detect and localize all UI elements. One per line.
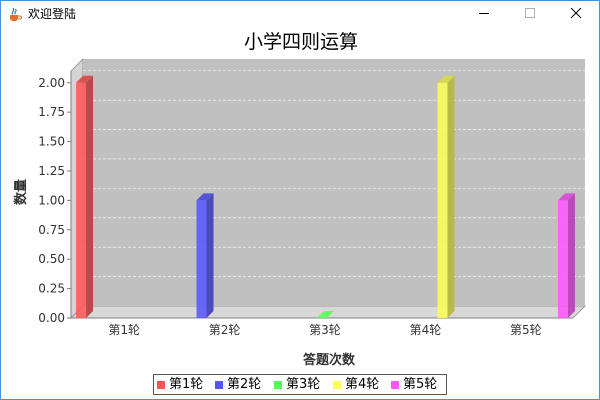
legend-label: 第1轮 — [169, 377, 204, 392]
bar-front — [196, 200, 207, 318]
y-tick-label: 2.00 — [38, 76, 65, 90]
close-icon — [570, 7, 582, 19]
legend-label: 第4轮 — [345, 377, 380, 392]
bar-side — [206, 193, 214, 318]
bar — [196, 193, 214, 318]
legend-swatch — [333, 381, 341, 389]
y-axis-ticks: 0.00 0.25 0.50 0.75 1.00 1.25 1.50 1.75 2.00 — [38, 76, 71, 325]
x-axis-ticks: 第1轮 第2轮 第3轮 第4轮 第5轮 — [108, 323, 541, 337]
maximize-icon — [525, 8, 535, 18]
bar-front — [557, 200, 568, 318]
minimize-icon — [479, 13, 489, 14]
chart-legend: 第1轮 第2轮 第3轮 第4轮 第5轮 — [153, 374, 447, 395]
bar-front — [76, 82, 87, 318]
bar-side — [447, 75, 455, 318]
legend-swatch — [215, 381, 223, 389]
x-tick-label: 第1轮 — [108, 323, 140, 337]
y-tick-label: 1.50 — [38, 135, 65, 149]
legend-label: 第2轮 — [227, 377, 262, 392]
title-bar[interactable]: 欢迎登陆 — [1, 1, 599, 27]
bar-side — [567, 193, 575, 318]
y-tick-label: 1.00 — [38, 193, 65, 207]
plot-back-wall — [83, 59, 585, 306]
minimize-button[interactable] — [461, 1, 507, 27]
bar-side — [86, 75, 94, 318]
chart-panel: 小学四则运算 数量 答题次数 0.00 0.25 0.50 0.75 1.00 1.25 1… — [1, 27, 599, 399]
legend-swatch — [391, 381, 399, 389]
x-tick-label: 第3轮 — [309, 323, 341, 337]
chart-window: 欢迎登陆 小学四则运算 数量 答题次数 0.00 0.25 0.50 0.75 1.00… — [0, 0, 600, 400]
y-tick-label: 0.00 — [38, 311, 65, 325]
x-tick-label: 第4轮 — [410, 323, 442, 337]
close-button[interactable] — [553, 1, 599, 27]
bar — [76, 75, 94, 318]
window-title: 欢迎登陆 — [28, 7, 77, 21]
x-axis-label: 答题次数 — [303, 352, 356, 368]
y-tick-label: 1.25 — [38, 164, 65, 178]
bar-front — [437, 82, 448, 318]
y-tick-label: 0.75 — [38, 223, 65, 237]
y-tick-label: 0.25 — [38, 282, 65, 296]
x-tick-label: 第2轮 — [209, 323, 241, 337]
y-axis-label: 数量 — [13, 179, 29, 205]
chart-title: 小学四则运算 — [244, 31, 358, 53]
legend-swatch — [274, 381, 282, 389]
bar-chart: 小学四则运算 数量 答题次数 0.00 0.25 0.50 0.75 1.00 1.25 1… — [13, 31, 586, 368]
y-tick-label: 0.50 — [38, 252, 65, 266]
legend-swatch — [157, 381, 165, 389]
java-cup-icon — [7, 6, 23, 22]
legend-label: 第5轮 — [403, 377, 438, 392]
bar — [437, 75, 455, 318]
maximize-button[interactable] — [507, 1, 553, 27]
legend-label: 第3轮 — [286, 377, 321, 392]
bar — [557, 193, 575, 318]
y-tick-label: 1.75 — [38, 105, 65, 119]
x-tick-label: 第5轮 — [510, 323, 542, 337]
